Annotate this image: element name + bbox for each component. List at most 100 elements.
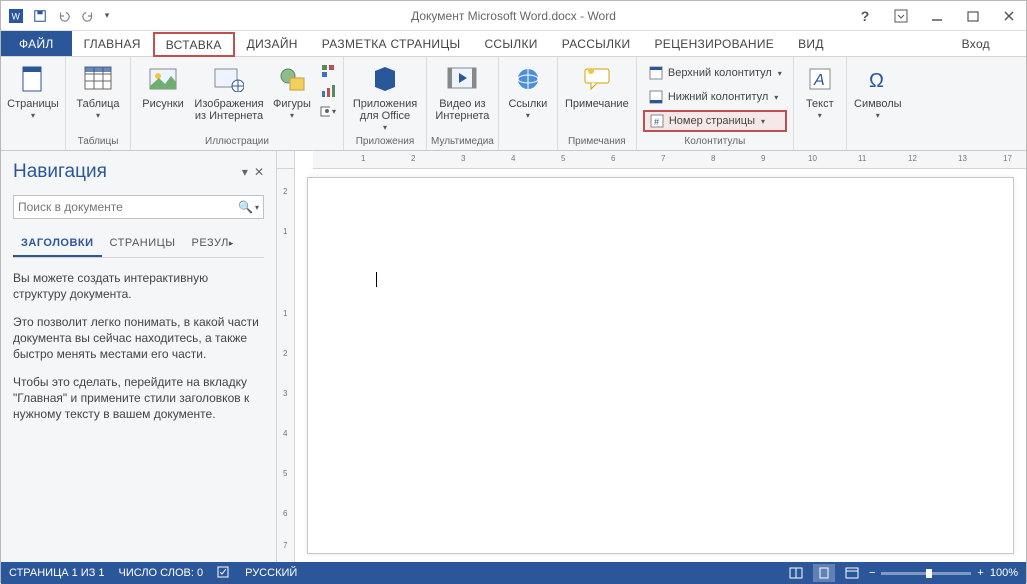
search-input[interactable] bbox=[18, 200, 238, 214]
svg-text:A: A bbox=[813, 72, 825, 89]
pictures-label: Рисунки bbox=[142, 98, 184, 110]
text-button[interactable]: A Текст ▾ bbox=[798, 60, 842, 122]
group-label: Примечания bbox=[562, 134, 632, 150]
zoom-level[interactable]: 100% bbox=[990, 567, 1018, 579]
view-read-button[interactable] bbox=[785, 564, 807, 582]
group-links: Ссылки ▾ bbox=[499, 57, 558, 150]
group-tables: Таблица ▾ Таблицы bbox=[66, 57, 131, 150]
vertical-ruler[interactable]: 2 1 1 2 3 4 5 6 7 bbox=[277, 169, 295, 562]
undo-button[interactable] bbox=[53, 5, 75, 27]
content-area: Навигация ▾ ✕ 🔍 ▾ ЗАГОЛОВКИ СТРАНИЦЫ РЕЗ… bbox=[1, 151, 1026, 562]
nav-tab-pages[interactable]: СТРАНИЦЫ bbox=[102, 231, 184, 257]
smartart-button[interactable] bbox=[319, 62, 337, 80]
group-pages: Страницы ▾ bbox=[1, 57, 66, 150]
nav-close-button[interactable]: ✕ bbox=[254, 165, 264, 179]
group-label bbox=[5, 134, 61, 150]
video-label: Видео из Интернета bbox=[432, 98, 492, 122]
group-symbols: Ω Символы ▾ bbox=[847, 57, 909, 150]
nav-menu-button[interactable]: ▾ bbox=[242, 165, 248, 179]
minimize-button[interactable] bbox=[922, 5, 952, 27]
nav-hint-1: Вы можете создать интерактивную структур… bbox=[13, 270, 264, 302]
tab-references[interactable]: ССЫЛКИ bbox=[472, 31, 549, 56]
tab-view[interactable]: ВИД bbox=[786, 31, 836, 56]
header-label: Верхний колонтитул bbox=[668, 67, 772, 79]
qat-customize-button[interactable]: ▾ bbox=[101, 5, 113, 27]
dropdown-icon: ▾ bbox=[31, 111, 35, 120]
table-button[interactable]: Таблица ▾ bbox=[70, 60, 126, 122]
help-button[interactable]: ? bbox=[850, 5, 880, 27]
page-number-button[interactable]: # Номер страницы▾ bbox=[643, 110, 787, 132]
zoom-in-button[interactable]: + bbox=[977, 567, 983, 579]
sign-in[interactable]: Вход bbox=[950, 31, 1026, 56]
status-page[interactable]: СТРАНИЦА 1 ИЗ 1 bbox=[9, 567, 105, 579]
zoom-out-button[interactable]: − bbox=[869, 567, 875, 579]
office-apps-button[interactable]: Приложения для Office ▾ bbox=[348, 60, 422, 134]
shapes-label: Фигуры bbox=[273, 98, 311, 110]
search-dropdown-icon[interactable]: ▾ bbox=[255, 203, 259, 212]
shapes-button[interactable]: Фигуры ▾ bbox=[267, 60, 317, 122]
save-button[interactable] bbox=[29, 5, 51, 27]
group-header-footer: Верхний колонтитул▾ Нижний колонтитул▾ #… bbox=[637, 57, 794, 150]
video-icon bbox=[445, 62, 479, 96]
tab-home[interactable]: ГЛАВНАЯ bbox=[72, 31, 153, 56]
document-page[interactable] bbox=[307, 177, 1014, 554]
ribbon: Страницы ▾ Таблица ▾ Таблицы Рисунки Изо… bbox=[1, 57, 1026, 151]
nav-tabs: ЗАГОЛОВКИ СТРАНИЦЫ РЕЗУЛ▸ bbox=[13, 231, 264, 258]
screenshot-button[interactable]: ▾ bbox=[319, 102, 337, 120]
online-picture-icon bbox=[212, 62, 246, 96]
dropdown-icon: ▾ bbox=[290, 111, 294, 120]
tab-file[interactable]: ФАЙЛ bbox=[1, 31, 72, 56]
pages-button[interactable]: Страницы ▾ bbox=[5, 60, 61, 122]
window-controls: ? bbox=[850, 1, 1024, 31]
view-web-button[interactable] bbox=[841, 564, 863, 582]
svg-text:Ω: Ω bbox=[869, 70, 884, 91]
svg-text:#: # bbox=[654, 117, 659, 127]
online-video-button[interactable]: Видео из Интернета bbox=[431, 60, 493, 124]
group-illustrations: Рисунки Изображения из Интернета Фигуры … bbox=[131, 57, 344, 150]
word-icon: W bbox=[5, 5, 27, 27]
tab-mailings[interactable]: РАССЫЛКИ bbox=[550, 31, 643, 56]
pictures-button[interactable]: Рисунки bbox=[135, 60, 191, 112]
group-comments: Примечание Примечания bbox=[558, 57, 637, 150]
group-label: Иллюстрации bbox=[135, 134, 339, 150]
link-icon bbox=[511, 62, 545, 96]
horizontal-ruler[interactable]: 1234567891011121317 bbox=[313, 151, 1026, 169]
shapes-icon bbox=[275, 62, 309, 96]
dropdown-icon: ▾ bbox=[526, 111, 530, 120]
links-label: Ссылки bbox=[508, 98, 547, 110]
spell-check-icon[interactable] bbox=[217, 565, 231, 582]
group-label bbox=[798, 134, 842, 150]
comment-button[interactable]: Примечание bbox=[562, 60, 632, 112]
title-bar: W ▾ Документ Microsoft Word.docx - Word … bbox=[1, 1, 1026, 31]
ruler-corner bbox=[277, 151, 295, 169]
close-button[interactable] bbox=[994, 5, 1024, 27]
maximize-button[interactable] bbox=[958, 5, 988, 27]
footer-label: Нижний колонтитул bbox=[668, 91, 768, 103]
header-button[interactable]: Верхний колонтитул▾ bbox=[643, 62, 787, 84]
symbols-label: Символы bbox=[854, 98, 902, 110]
omega-icon: Ω bbox=[861, 62, 895, 96]
online-pictures-button[interactable]: Изображения из Интернета bbox=[191, 60, 267, 124]
nav-tab-results[interactable]: РЕЗУЛ▸ bbox=[184, 231, 242, 257]
tab-review[interactable]: РЕЦЕНЗИРОВАНИЕ bbox=[642, 31, 786, 56]
nav-search[interactable]: 🔍 ▾ bbox=[13, 195, 264, 219]
group-label bbox=[851, 134, 905, 150]
ribbon-display-button[interactable] bbox=[886, 5, 916, 27]
dropdown-icon: ▾ bbox=[96, 111, 100, 120]
nav-tab-headings[interactable]: ЗАГОЛОВКИ bbox=[13, 231, 102, 257]
chart-button[interactable] bbox=[319, 82, 337, 100]
redo-button[interactable] bbox=[77, 5, 99, 27]
search-icon[interactable]: 🔍 bbox=[238, 200, 253, 214]
footer-button[interactable]: Нижний колонтитул▾ bbox=[643, 86, 787, 108]
status-language[interactable]: РУССКИЙ bbox=[245, 567, 297, 579]
text-cursor bbox=[376, 272, 377, 287]
zoom-slider[interactable] bbox=[881, 572, 971, 575]
symbols-button[interactable]: Ω Символы ▾ bbox=[851, 60, 905, 122]
tab-design[interactable]: ДИЗАЙН bbox=[235, 31, 310, 56]
links-button[interactable]: Ссылки ▾ bbox=[503, 60, 553, 122]
view-print-button[interactable] bbox=[813, 564, 835, 582]
svg-text:W: W bbox=[12, 11, 21, 21]
tab-insert[interactable]: ВСТАВКА bbox=[153, 32, 235, 57]
tab-layout[interactable]: РАЗМЕТКА СТРАНИЦЫ bbox=[310, 31, 473, 56]
status-words[interactable]: ЧИСЛО СЛОВ: 0 bbox=[119, 567, 204, 579]
